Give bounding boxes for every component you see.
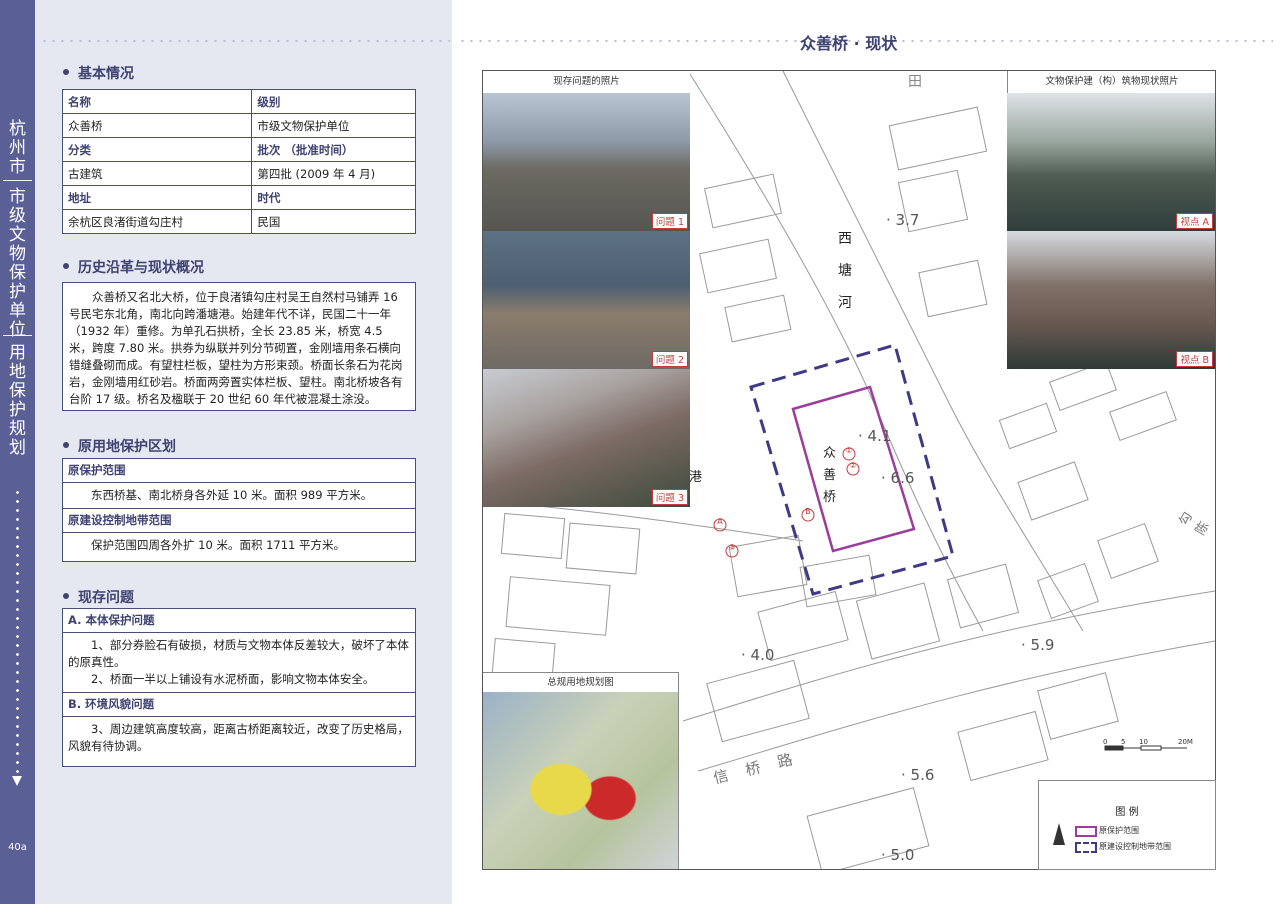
protect-range-text: 东西桥基、南北桥身各外延 10 米。面积 989 平方米。 bbox=[91, 488, 373, 502]
protect-range-label: 原保护范围 bbox=[63, 459, 415, 483]
scale-tick: 0 bbox=[1103, 738, 1108, 746]
dotted-rule bbox=[40, 40, 450, 42]
scale-tick: 5 bbox=[1121, 738, 1126, 746]
map-marker: ③ bbox=[728, 543, 736, 552]
table-cell: 地址 bbox=[61, 185, 253, 210]
table-cell: 市级文物保护单位 bbox=[251, 113, 416, 138]
landuse-caption: 总规用地规划图 bbox=[483, 672, 679, 693]
issue-b-label: B. 环境风貌问题 bbox=[63, 692, 415, 717]
field-label: 田 bbox=[908, 74, 922, 90]
section-title-history: 历史沿革与现状概况 bbox=[63, 257, 204, 277]
table-cell: 余杭区良渚街道勾庄村 bbox=[61, 209, 253, 234]
site-map: 西塘河 众善桥 田 港 信桥路 勾陈 · 3.7 · 4.0 · 5.9 · 5.6 ·… bbox=[482, 70, 1216, 870]
sidebar: 杭州市 市级文物保护单位 用地保护规划 40a bbox=[0, 0, 35, 904]
sidebar-category: 市级文物保护单位 bbox=[9, 187, 26, 340]
issue-b-text-1: 3、周边建筑高度较高，距离古桥距离较近，改变了历史格局，风貌有待协调。 bbox=[68, 722, 409, 753]
issue-a-text-1: 1、部分券脸石有破损，材质与文物本体反差较大，破坏了本体的原真性。 bbox=[68, 638, 409, 669]
spot-height: · 5.6 bbox=[901, 766, 935, 784]
sidebar-dotted-line bbox=[16, 488, 19, 778]
viewpoint-photo-b: 视点 B bbox=[1007, 231, 1215, 369]
bullet-icon bbox=[63, 69, 69, 75]
table-row: 名称 级别 bbox=[61, 89, 416, 114]
legend-label: 原保护范围 bbox=[1099, 826, 1139, 835]
spot-height: · 3.7 bbox=[886, 211, 920, 229]
photo-label: 视点 B bbox=[1176, 351, 1213, 367]
issue-photo-1: 问题 1 bbox=[483, 93, 690, 231]
map-marker: ② bbox=[849, 461, 857, 470]
table-row: 地址 时代 bbox=[61, 185, 416, 210]
bullet-icon bbox=[63, 442, 69, 448]
table-row: 分类 批次 （批准时间） bbox=[61, 137, 416, 162]
legend-item-control: 原建设控制地带范围 bbox=[1075, 841, 1171, 853]
section-title-text: 现存问题 bbox=[78, 590, 134, 606]
photo-label: 问题 1 bbox=[651, 213, 688, 229]
sidebar-city: 杭州市 bbox=[9, 119, 26, 177]
map-marker: ① bbox=[845, 446, 853, 455]
viewpoint-photo-a: 视点 A bbox=[1007, 93, 1215, 231]
left-photos-caption: 现存问题的照片 bbox=[483, 71, 690, 94]
legend: 图 例 原保护范围 原建设控制地带范围 bbox=[1038, 780, 1216, 870]
page-title: 众善桥 · 现状 bbox=[800, 34, 898, 53]
section-title-text: 基本情况 bbox=[78, 66, 134, 82]
bullet-icon bbox=[63, 593, 69, 599]
legend-label: 原建设控制地带范围 bbox=[1099, 842, 1171, 851]
table-cell: 民国 bbox=[251, 209, 416, 234]
basic-info-table: 名称 级别 众善桥 市级文物保护单位 分类 批次 （批准时间） 古建筑 第四批 (2009 年… bbox=[61, 89, 416, 234]
issue-a-label: A. 本体保护问题 bbox=[63, 609, 415, 633]
table-cell: 名称 bbox=[61, 89, 253, 114]
landuse-map bbox=[483, 692, 679, 869]
table-row: 众善桥 市级文物保护单位 bbox=[61, 113, 416, 138]
section-title-text: 历史沿革与现状概况 bbox=[78, 260, 204, 276]
section-title-issues: 现存问题 bbox=[63, 587, 134, 607]
down-arrow-icon bbox=[12, 776, 22, 786]
spot-height: · 5.9 bbox=[1021, 636, 1055, 654]
sidebar-divider bbox=[3, 180, 32, 181]
bullet-icon bbox=[63, 263, 69, 269]
table-cell: 级别 bbox=[251, 89, 416, 114]
section-title-zoning: 原用地保护区划 bbox=[63, 436, 176, 456]
photo-label: 视点 A bbox=[1176, 213, 1213, 229]
section-title-basic: 基本情况 bbox=[63, 63, 134, 83]
legend-item-protect: 原保护范围 bbox=[1075, 825, 1139, 837]
river-label: 西塘河 bbox=[838, 231, 852, 311]
sidebar-topic: 用地保护规划 bbox=[9, 343, 26, 458]
spot-height: · 6.6 bbox=[881, 469, 915, 487]
table-cell: 时代 bbox=[251, 185, 416, 210]
map-marker: B bbox=[805, 507, 811, 516]
map-marker: A bbox=[717, 517, 723, 526]
sidebar-divider bbox=[3, 335, 32, 336]
bridge-label: 众善桥 bbox=[823, 446, 837, 505]
table-row: 余杭区良渚街道勾庄村 民国 bbox=[61, 209, 416, 234]
table-cell: 批次 （批准时间） bbox=[251, 137, 416, 162]
spot-height: · 4.0 bbox=[741, 646, 775, 664]
spot-height: · 4.1 bbox=[858, 427, 892, 445]
north-arrow-icon bbox=[1053, 823, 1065, 845]
port-label: 港 bbox=[689, 470, 703, 485]
section-title-text: 原用地保护区划 bbox=[78, 439, 176, 455]
page-number: 40a bbox=[8, 842, 27, 853]
table-row: 古建筑 第四批 (2009 年 4 月) bbox=[61, 161, 416, 186]
table-cell: 分类 bbox=[61, 137, 253, 162]
history-box: 众善桥又名北大桥，位于良渚镇勾庄村吴王自然村马铺弄 16 号民宅东北角，南北向跨… bbox=[62, 282, 416, 411]
scale-tick: 10 bbox=[1139, 738, 1148, 746]
scale-tick: 20M bbox=[1178, 738, 1193, 746]
zoning-box: 原保护范围 东西桥基、南北桥身各外延 10 米。面积 989 平方米。 原建设控… bbox=[62, 458, 416, 562]
legend-title: 图 例 bbox=[1115, 807, 1139, 818]
photo-label: 问题 2 bbox=[651, 351, 688, 367]
legend-swatch bbox=[1075, 842, 1097, 853]
control-range-label: 原建设控制地带范围 bbox=[63, 509, 415, 533]
table-cell: 众善桥 bbox=[61, 113, 253, 138]
control-range-text: 保护范围四周各外扩 10 米。面积 1711 平方米。 bbox=[91, 538, 346, 552]
table-cell: 古建筑 bbox=[61, 161, 253, 186]
issues-box: A. 本体保护问题 1、部分券脸石有破损，材质与文物本体反差较大，破坏了本体的原… bbox=[62, 608, 416, 767]
photo-label: 问题 3 bbox=[651, 489, 688, 505]
right-photos-caption: 文物保护建（构）筑物现状照片 bbox=[1007, 71, 1215, 94]
spot-height: · 5.0 bbox=[881, 846, 915, 864]
history-text: 众善桥又名北大桥，位于良渚镇勾庄村吴王自然村马铺弄 16 号民宅东北角，南北向跨… bbox=[69, 290, 403, 406]
legend-swatch bbox=[1075, 826, 1097, 837]
issue-photo-3: 问题 3 bbox=[483, 369, 690, 507]
issue-a-text-2: 2、桥面一半以上铺设有水泥桥面，影响文物本体安全。 bbox=[91, 672, 375, 686]
table-cell: 第四批 (2009 年 4 月) bbox=[251, 161, 416, 186]
issue-photo-2: 问题 2 bbox=[483, 231, 690, 369]
